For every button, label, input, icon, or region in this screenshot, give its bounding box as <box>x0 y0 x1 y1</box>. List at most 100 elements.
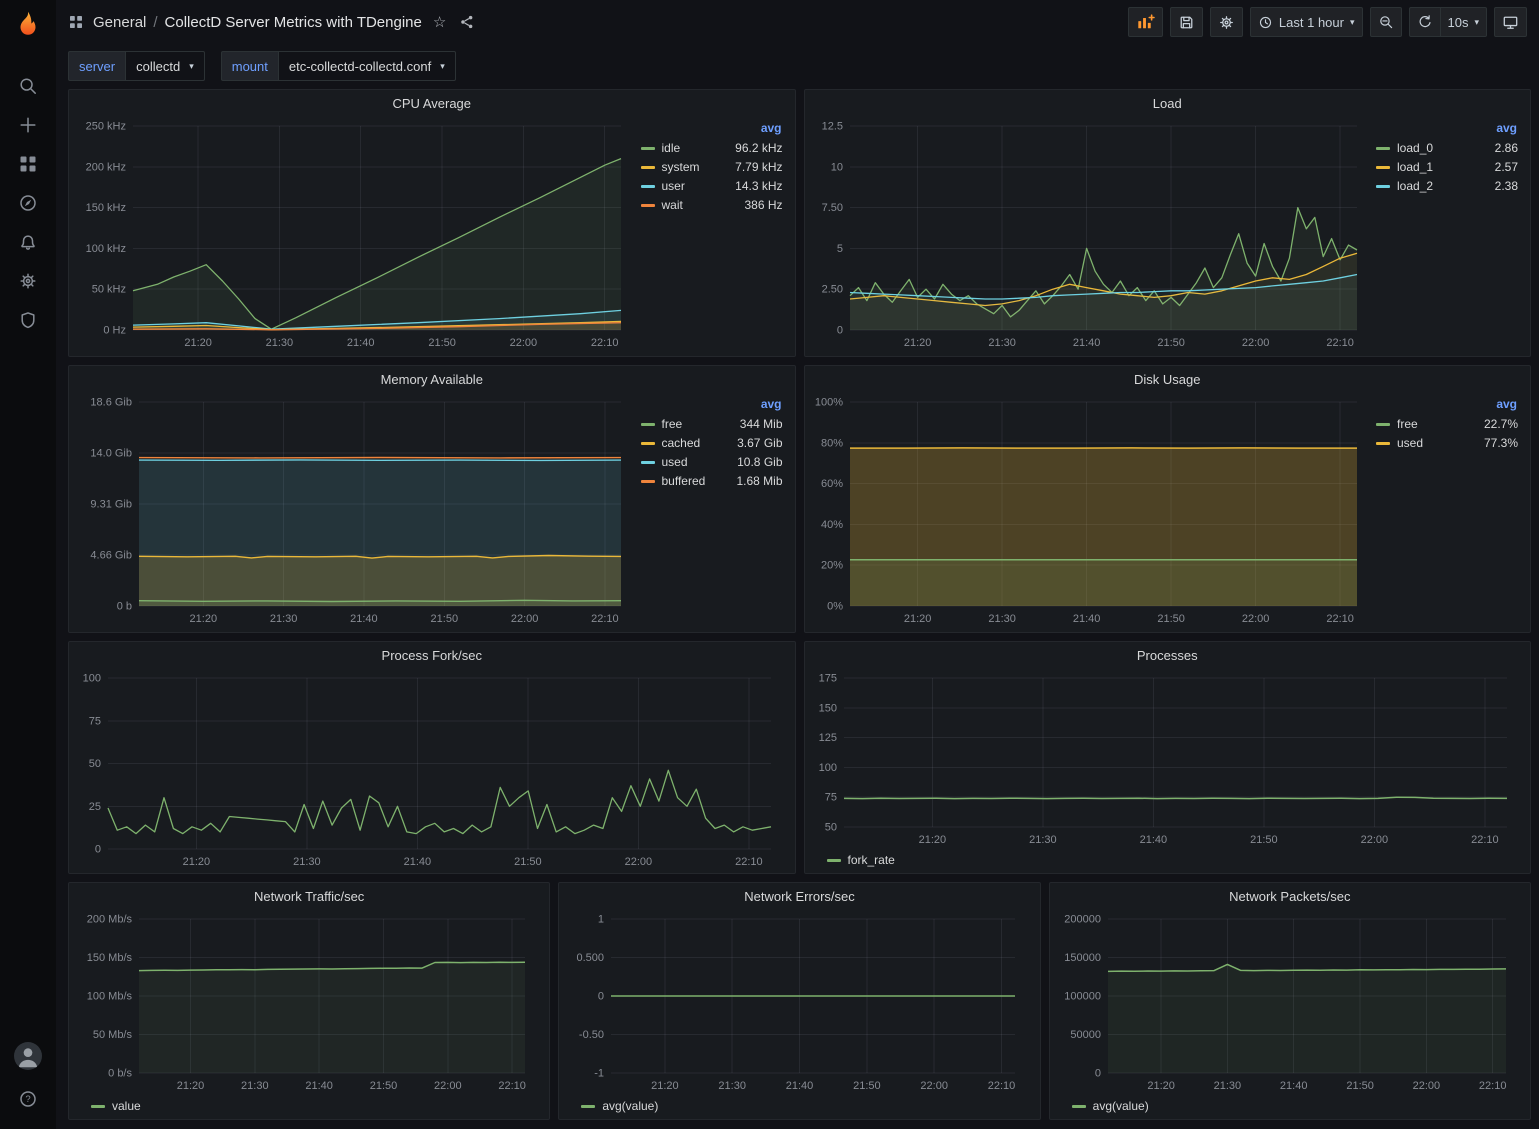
svg-text:5: 5 <box>836 243 842 255</box>
chart-canvas[interactable]: 02.5057.501012.521:2021:3021:4021:5022:0… <box>811 118 1371 352</box>
series-color-dash <box>91 1105 105 1108</box>
svg-text:22:10: 22:10 <box>1326 613 1354 625</box>
refresh-interval-select[interactable]: 10s▾ <box>1441 7 1488 37</box>
legend-item[interactable]: used10.8 Gib <box>641 452 783 471</box>
svg-text:21:20: 21:20 <box>651 1080 679 1092</box>
svg-text:21:20: 21:20 <box>903 337 931 349</box>
svg-text:0.500: 0.500 <box>577 952 605 964</box>
variable-server-select[interactable]: collectd▾ <box>125 51 205 81</box>
series-name: load_1 <box>1397 160 1433 174</box>
star-dashboard-button[interactable]: ☆ <box>431 11 448 33</box>
legend-item[interactable]: load_2 2.38 <box>1376 176 1518 195</box>
series-avg-value: 2.38 <box>1477 176 1518 195</box>
panel-processes: Processes 507510012515017521:2021:3021:4… <box>804 641 1532 874</box>
panel-title[interactable]: Load <box>805 90 1531 118</box>
sidebar-item-explore[interactable] <box>9 186 47 219</box>
chart-canvas[interactable]: -1-0.5000.500121:2021:3021:4021:5022:002… <box>565 911 1029 1095</box>
legend-stat-header[interactable]: avg <box>1376 396 1518 414</box>
legend-item[interactable]: value <box>91 1099 141 1113</box>
chart-svg: 0 b/s50 Mb/s100 Mb/s150 Mb/s200 Mb/s21:2… <box>75 911 539 1095</box>
svg-text:80%: 80% <box>820 437 842 449</box>
series-color-dash <box>641 185 655 188</box>
legend-item[interactable]: avg(value) <box>581 1099 658 1113</box>
save-dashboard-button[interactable] <box>1170 7 1203 37</box>
legend-stat-header[interactable]: avg <box>1376 120 1518 138</box>
svg-text:50: 50 <box>89 758 101 770</box>
legend-item[interactable]: wait386 Hz <box>641 195 783 214</box>
svg-text:21:40: 21:40 <box>1072 337 1100 349</box>
sidebar-item-server-admin[interactable] <box>9 303 47 336</box>
chart-canvas[interactable]: 507510012515017521:2021:3021:4021:5022:0… <box>811 670 1521 849</box>
sidebar-item-dashboards[interactable] <box>9 147 47 180</box>
svg-text:22:00: 22:00 <box>511 613 539 625</box>
series-color-dash <box>581 1105 595 1108</box>
time-range-picker[interactable]: Last 1 hour ▾ <box>1250 7 1363 37</box>
add-panel-button[interactable] <box>1128 7 1163 37</box>
zoom-out-button[interactable] <box>1370 7 1402 37</box>
series-color-dash <box>1376 423 1390 426</box>
series-color-dash <box>1072 1105 1086 1108</box>
chart-canvas[interactable]: 05000010000015000020000021:2021:3021:402… <box>1056 911 1520 1095</box>
variable-mount-select[interactable]: etc-collectd-collectd.conf▾ <box>278 51 456 81</box>
share-dashboard-button[interactable] <box>457 12 477 32</box>
panel-process-fork: Process Fork/sec 025507510021:2021:3021:… <box>68 641 796 874</box>
legend-item[interactable]: avg(value) <box>1072 1099 1149 1113</box>
gear-icon <box>18 271 38 291</box>
legend-item[interactable]: idle96.2 kHz <box>641 138 783 157</box>
tv-mode-button[interactable] <box>1494 7 1527 37</box>
panel-title[interactable]: Network Packets/sec <box>1050 883 1530 911</box>
legend-item[interactable]: user14.3 kHz <box>641 176 783 195</box>
legend-item[interactable]: free22.7% <box>1376 414 1518 433</box>
panel-title[interactable]: Network Errors/sec <box>559 883 1039 911</box>
legend-item[interactable]: used77.3% <box>1376 433 1518 452</box>
svg-text:0 b: 0 b <box>117 601 132 613</box>
series-name: load_2 <box>1397 179 1433 193</box>
panel-title[interactable]: Disk Usage <box>805 366 1531 394</box>
series-color-dash <box>641 480 655 483</box>
dashboard-settings-button[interactable] <box>1210 7 1243 37</box>
legend-item[interactable]: load_02.86 <box>1376 138 1518 157</box>
sidebar-item-alerting[interactable] <box>9 225 47 258</box>
legend-item[interactable]: buffered1.68 Mib <box>641 471 783 490</box>
svg-text:125: 125 <box>818 732 836 744</box>
legend-item[interactable]: system7.79 kHz <box>641 157 783 176</box>
panel-title[interactable]: CPU Average <box>69 90 795 118</box>
legend-item[interactable]: fork_rate <box>827 853 895 867</box>
sidebar-item-create[interactable] <box>9 108 47 141</box>
legend-item[interactable]: load_1 2.57 <box>1376 157 1518 176</box>
legend-item[interactable]: cached3.67 Gib <box>641 433 783 452</box>
topbar: General / CollectD Server Metrics with T… <box>56 0 1539 44</box>
svg-text:21:20: 21:20 <box>903 613 931 625</box>
chart-canvas[interactable]: 025507510021:2021:3021:4021:5022:0022:10 <box>75 670 785 871</box>
series-avg-value: 14.3 kHz <box>719 176 782 195</box>
legend-stat-header[interactable]: avg <box>641 396 783 414</box>
panel-title[interactable]: Process Fork/sec <box>69 642 795 670</box>
sidebar-item-help[interactable]: ? <box>9 1082 47 1115</box>
svg-text:21:50: 21:50 <box>370 1080 398 1092</box>
panel-title[interactable]: Memory Available <box>69 366 795 394</box>
chart-canvas[interactable]: 0 b/s50 Mb/s100 Mb/s150 Mb/s200 Mb/s21:2… <box>75 911 539 1095</box>
chart-canvas[interactable]: 0 b4.66 Gib9.31 Gib14.0 Gib18.6 Gib21:20… <box>75 394 635 628</box>
refresh-button[interactable] <box>1409 7 1441 37</box>
monitor-icon <box>1502 14 1519 31</box>
svg-text:21:30: 21:30 <box>1213 1080 1241 1092</box>
legend-item[interactable]: free344 Mib <box>641 414 783 433</box>
svg-text:21:50: 21:50 <box>853 1080 881 1092</box>
sidebar-item-search[interactable] <box>9 69 47 102</box>
svg-text:0 b/s: 0 b/s <box>108 1068 132 1080</box>
chart-canvas[interactable]: 0 Hz50 kHz100 kHz150 kHz200 kHz250 kHz21… <box>75 118 635 352</box>
legend-stat-header[interactable]: avg <box>641 120 783 138</box>
breadcrumb-folder[interactable]: General <box>93 14 146 31</box>
svg-text:150000: 150000 <box>1064 952 1101 964</box>
series-avg-value: 2.57 <box>1477 157 1518 176</box>
grafana-logo[interactable] <box>13 9 43 39</box>
panel-title[interactable]: Network Traffic/sec <box>69 883 549 911</box>
sidebar-item-configuration[interactable] <box>9 264 47 297</box>
svg-text:100%: 100% <box>814 397 842 409</box>
panel-network-errors: Network Errors/sec -1-0.5000.500121:2021… <box>558 882 1040 1120</box>
chart-svg: 0 b4.66 Gib9.31 Gib14.0 Gib18.6 Gib21:20… <box>75 394 635 628</box>
svg-text:21:30: 21:30 <box>241 1080 269 1092</box>
user-avatar[interactable] <box>14 1042 42 1070</box>
panel-title[interactable]: Processes <box>805 642 1531 670</box>
chart-canvas[interactable]: 0%20%40%60%80%100%21:2021:3021:4021:5022… <box>811 394 1371 628</box>
